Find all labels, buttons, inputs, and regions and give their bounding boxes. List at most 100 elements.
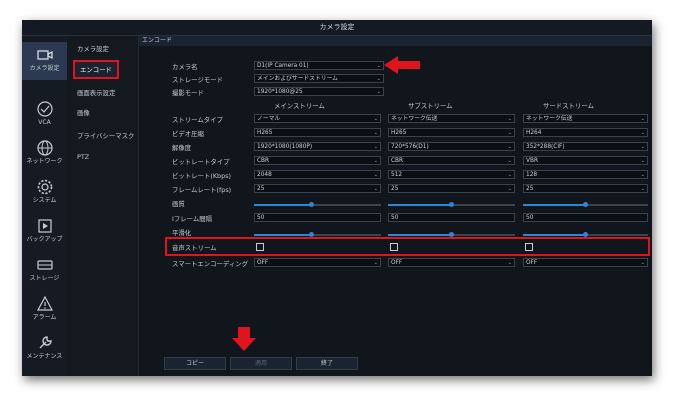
- select-value: H265: [257, 130, 273, 136]
- quality-main-slider[interactable]: [254, 202, 381, 207]
- select-value: ノーマル: [257, 116, 281, 122]
- column-header-main: メインストリーム: [274, 102, 325, 110]
- bitrate-third-select[interactable]: 128 ⌄: [523, 170, 648, 179]
- nav-item-system[interactable]: システム: [22, 174, 67, 212]
- apply-button[interactable]: 適用: [230, 357, 292, 370]
- resolution-sub-select[interactable]: 720*576(D1) ⌄: [388, 142, 515, 151]
- stream-type-main-select[interactable]: ノーマル ⌄: [254, 114, 381, 123]
- nav-item-camera[interactable]: カメラ設定: [22, 42, 67, 80]
- vca-icon: [36, 101, 53, 117]
- chevron-down-icon: ⌄: [507, 172, 512, 178]
- chevron-down-icon: ⌄: [507, 186, 512, 192]
- slider-fill: [388, 204, 452, 206]
- camera-name-select[interactable]: D1(IP Camera 01) ⌄: [254, 61, 384, 70]
- chevron-down-icon: ⌄: [376, 89, 381, 95]
- select-value: ネットワーク伝送: [391, 116, 438, 122]
- slider-knob[interactable]: [308, 202, 314, 207]
- bitrate-type-sub-select[interactable]: CBR ⌄: [388, 156, 515, 165]
- bitrate-type-third-select[interactable]: VBR ⌄: [523, 156, 648, 165]
- nav-item-backup[interactable]: バックアップ: [22, 213, 67, 251]
- nav-item-network[interactable]: ネットワーク: [22, 135, 67, 173]
- stream-type-third-select[interactable]: ネットワーク伝送 ⌄: [523, 114, 648, 123]
- bitrate-type-main-select[interactable]: CBR ⌄: [254, 156, 381, 165]
- nav-item-maintenance[interactable]: メンテナンス: [22, 330, 67, 368]
- smoothing-third-slider[interactable]: [523, 232, 648, 237]
- subnav-item-ptz[interactable]: PTZ: [77, 153, 89, 161]
- storage-mode-label: ストレージモード: [172, 76, 223, 84]
- column-header-sub: サブストリーム: [408, 102, 453, 110]
- iframe-sub-input[interactable]: 50: [388, 213, 515, 222]
- resolution-main-select[interactable]: 1920*1080(1080P) ⌄: [254, 142, 381, 151]
- row-label-bitrate: ビットレート(Kbps): [172, 172, 231, 180]
- nav-label: システム: [32, 197, 57, 204]
- select-value: OFF: [526, 260, 538, 266]
- iframe-label: Iフレーム間隔: [172, 215, 213, 223]
- capture-mode-value: 1920*1080@25: [257, 89, 303, 95]
- chevron-down-icon: ⌄: [376, 76, 381, 82]
- select-value: 25: [257, 186, 265, 192]
- subnav-item-image[interactable]: 画像: [77, 108, 90, 117]
- chevron-down-icon: ⌄: [373, 260, 378, 266]
- slider-knob[interactable]: [449, 202, 454, 207]
- nav-item-storage[interactable]: ストレージ: [22, 252, 67, 290]
- select-value: CBR: [257, 158, 270, 164]
- select-value: 352*288(CIF): [526, 144, 565, 150]
- smoothing-main-slider[interactable]: [254, 232, 381, 237]
- copy-button[interactable]: コピー: [164, 357, 226, 370]
- slider-knob[interactable]: [583, 202, 588, 207]
- subnav-item-display[interactable]: 画面表示設定: [77, 88, 115, 97]
- nav-item-alarm[interactable]: アラーム: [22, 291, 67, 329]
- chevron-down-icon: ⌄: [373, 158, 378, 164]
- frame-rate-main-select[interactable]: 25 ⌄: [254, 184, 381, 193]
- resolution-third-select[interactable]: 352*288(CIF) ⌄: [523, 142, 648, 151]
- nav-label: アラーム: [32, 314, 57, 321]
- smart-sub-select[interactable]: OFF ⌄: [388, 258, 515, 267]
- slider-fill: [523, 204, 586, 206]
- smoothing-label: 平滑化: [172, 229, 192, 237]
- sub-nav: カメラ設定 エンコード 画面表示設定 画像 プライバシーマスク PTZ: [67, 36, 139, 376]
- quality-third-slider[interactable]: [523, 202, 648, 207]
- chevron-down-icon: ⌄: [640, 130, 645, 136]
- select-value: ネットワーク伝送: [526, 116, 573, 122]
- select-value: 25: [526, 186, 534, 192]
- quality-sub-slider[interactable]: [388, 202, 515, 207]
- row-label-bitrate-type: ビットレートタイプ: [172, 158, 230, 166]
- slider-fill: [254, 234, 312, 236]
- select-value: OFF: [257, 260, 269, 266]
- stream-type-sub-select[interactable]: ネットワーク伝送 ⌄: [388, 114, 515, 123]
- frame-rate-third-select[interactable]: 25 ⌄: [523, 184, 648, 193]
- compression-third-select[interactable]: H264 ⌄: [523, 128, 648, 137]
- quality-label: 画質: [172, 200, 185, 208]
- compression-main-select[interactable]: H265 ⌄: [254, 128, 381, 137]
- chevron-down-icon: ⌄: [373, 144, 378, 150]
- exit-button[interactable]: 終了: [296, 357, 358, 370]
- iframe-main-input[interactable]: 50: [254, 213, 381, 222]
- compression-sub-select[interactable]: H265 ⌄: [388, 128, 515, 137]
- camera-name-value: D1(IP Camera 01): [257, 63, 309, 69]
- nav-item-vca[interactable]: VCA: [22, 96, 67, 134]
- frame-rate-sub-select[interactable]: 25 ⌄: [388, 184, 515, 193]
- capture-mode-select[interactable]: 1920*1080@25 ⌄: [254, 87, 384, 96]
- iframe-third-input[interactable]: 50: [523, 213, 648, 222]
- play-box-icon: [37, 219, 52, 233]
- subnav-item-privacy-mask[interactable]: プライバシーマスク: [77, 131, 134, 140]
- chevron-down-icon: ⌄: [376, 63, 381, 69]
- bitrate-sub-select[interactable]: 512 ⌄: [388, 170, 515, 179]
- audio-row-highlight: [165, 237, 650, 256]
- subnav-item-encode[interactable]: エンコード: [73, 60, 119, 79]
- bitrate-main-select[interactable]: 2048 ⌄: [254, 170, 381, 179]
- breadcrumb: エンコード: [139, 36, 652, 46]
- smoothing-sub-slider[interactable]: [388, 232, 515, 237]
- gear-icon: [37, 179, 52, 195]
- select-value: 2048: [257, 172, 272, 178]
- smart-third-select[interactable]: OFF ⌄: [523, 258, 648, 267]
- nav-label: ネットワーク: [26, 158, 63, 165]
- wrench-icon: [39, 336, 52, 349]
- slider-fill: [254, 204, 312, 206]
- storage-mode-select[interactable]: メインおよびサードストリーム ⌄: [254, 74, 384, 83]
- smart-main-select[interactable]: OFF ⌄: [254, 258, 381, 267]
- subnav-item-camera[interactable]: カメラ設定: [77, 44, 109, 53]
- storage-mode-value: メインおよびサードストリーム: [257, 76, 338, 82]
- chevron-down-icon: ⌄: [373, 130, 378, 136]
- row-label-resolution: 解像度: [172, 144, 192, 152]
